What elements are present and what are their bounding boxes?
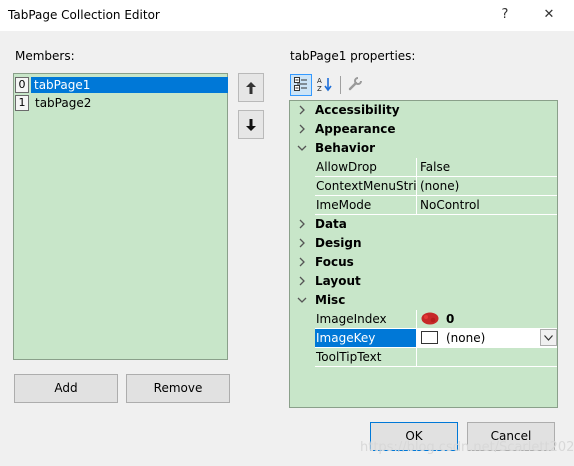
category-layout[interactable]: Layout: [290, 272, 557, 291]
property-value[interactable]: NoControl: [416, 196, 557, 215]
alphabetical-icon: A Z: [317, 76, 333, 95]
window-title: TabPage Collection Editor: [8, 8, 160, 22]
category-label: Focus: [315, 255, 354, 269]
member-index: 1: [15, 95, 29, 111]
property-value-input[interactable]: (none): [446, 329, 485, 347]
property-toolbar: A Z: [290, 74, 370, 98]
watermark: https://blog.csdn.net/Scarlett2025: [360, 440, 574, 455]
property-name: ImageIndex: [315, 310, 416, 329]
member-name: tabPage2: [35, 96, 92, 110]
category-data[interactable]: Data: [290, 215, 557, 234]
category-behavior[interactable]: Behavior: [290, 139, 557, 158]
members-list[interactable]: 0 tabPage1 1 tabPage2: [13, 73, 228, 360]
dropdown-button[interactable]: [540, 329, 557, 346]
members-label: Members:: [15, 49, 75, 63]
chevron-right-icon: [299, 219, 305, 229]
arrow-up-icon: [246, 81, 256, 94]
property-value[interactable]: (none): [416, 177, 557, 196]
chevron-right-icon: [299, 124, 305, 134]
category-label: Design: [315, 236, 362, 250]
property-imagekey[interactable]: ImageKey (none): [290, 329, 557, 348]
title-bar: TabPage Collection Editor ? ✕: [0, 0, 574, 31]
property-name: AllowDrop: [315, 158, 416, 177]
member-name: tabPage1: [31, 77, 228, 93]
chevron-right-icon: [299, 257, 305, 267]
category-misc[interactable]: Misc: [290, 291, 557, 310]
move-up-button[interactable]: [238, 73, 264, 102]
arrow-down-icon: [246, 118, 256, 131]
property-value[interactable]: False: [416, 158, 557, 177]
close-button[interactable]: ✕: [537, 4, 561, 26]
property-tooltiptext[interactable]: ToolTipText: [290, 348, 557, 367]
list-item[interactable]: 1 tabPage2: [14, 94, 227, 112]
chevron-down-icon: [297, 145, 307, 151]
alphabetical-button[interactable]: A Z: [314, 74, 336, 96]
add-button[interactable]: Add: [14, 374, 118, 403]
categorized-button[interactable]: [290, 74, 312, 96]
property-imageindex[interactable]: ImageIndex 0: [290, 310, 557, 329]
category-label: Misc: [315, 293, 346, 307]
category-accessibility[interactable]: Accessibility: [290, 101, 557, 120]
property-name: ImeMode: [315, 196, 416, 215]
property-name: ContextMenuStrip: [315, 177, 416, 196]
category-label: Layout: [315, 274, 361, 288]
member-index: 0: [15, 77, 29, 93]
category-label: Behavior: [315, 141, 376, 155]
remove-button[interactable]: Remove: [126, 374, 230, 403]
property-imemode[interactable]: ImeMode NoControl: [290, 196, 557, 215]
move-down-button[interactable]: [238, 110, 264, 139]
list-item[interactable]: 0 tabPage1: [14, 76, 228, 94]
chevron-right-icon: [299, 238, 305, 248]
category-label: Data: [315, 217, 347, 231]
category-appearance[interactable]: Appearance: [290, 120, 557, 139]
chevron-right-icon: [299, 105, 305, 115]
help-button[interactable]: ?: [493, 4, 517, 26]
category-label: Appearance: [315, 122, 396, 136]
toolbar-separator: [340, 76, 341, 94]
empty-image-swatch: [421, 331, 438, 344]
property-grid[interactable]: Accessibility Appearance Behavior AllowD…: [289, 100, 558, 408]
svg-text:Z: Z: [317, 85, 322, 92]
category-label: Accessibility: [315, 103, 400, 117]
wrench-icon: [348, 76, 362, 94]
image-thumbnail-icon: [421, 312, 439, 325]
property-contextmenustrip[interactable]: ContextMenuStrip (none): [290, 177, 557, 196]
chevron-down-icon: [297, 297, 307, 303]
svg-text:A: A: [317, 77, 322, 85]
property-allowdrop[interactable]: AllowDrop False: [290, 158, 557, 177]
chevron-down-icon: [544, 334, 553, 341]
property-value[interactable]: [416, 348, 557, 367]
property-name: ToolTipText: [315, 348, 416, 367]
property-name: ImageKey: [315, 329, 416, 348]
chevron-right-icon: [299, 276, 305, 286]
category-focus[interactable]: Focus: [290, 253, 557, 272]
properties-label: tabPage1 properties:: [290, 49, 416, 63]
categorized-icon: [294, 76, 308, 94]
category-design[interactable]: Design: [290, 234, 557, 253]
property-pages-button[interactable]: [344, 74, 366, 96]
property-value: 0: [446, 312, 455, 326]
property-value-cell[interactable]: 0: [416, 310, 557, 329]
property-value-cell[interactable]: (none): [416, 329, 557, 348]
